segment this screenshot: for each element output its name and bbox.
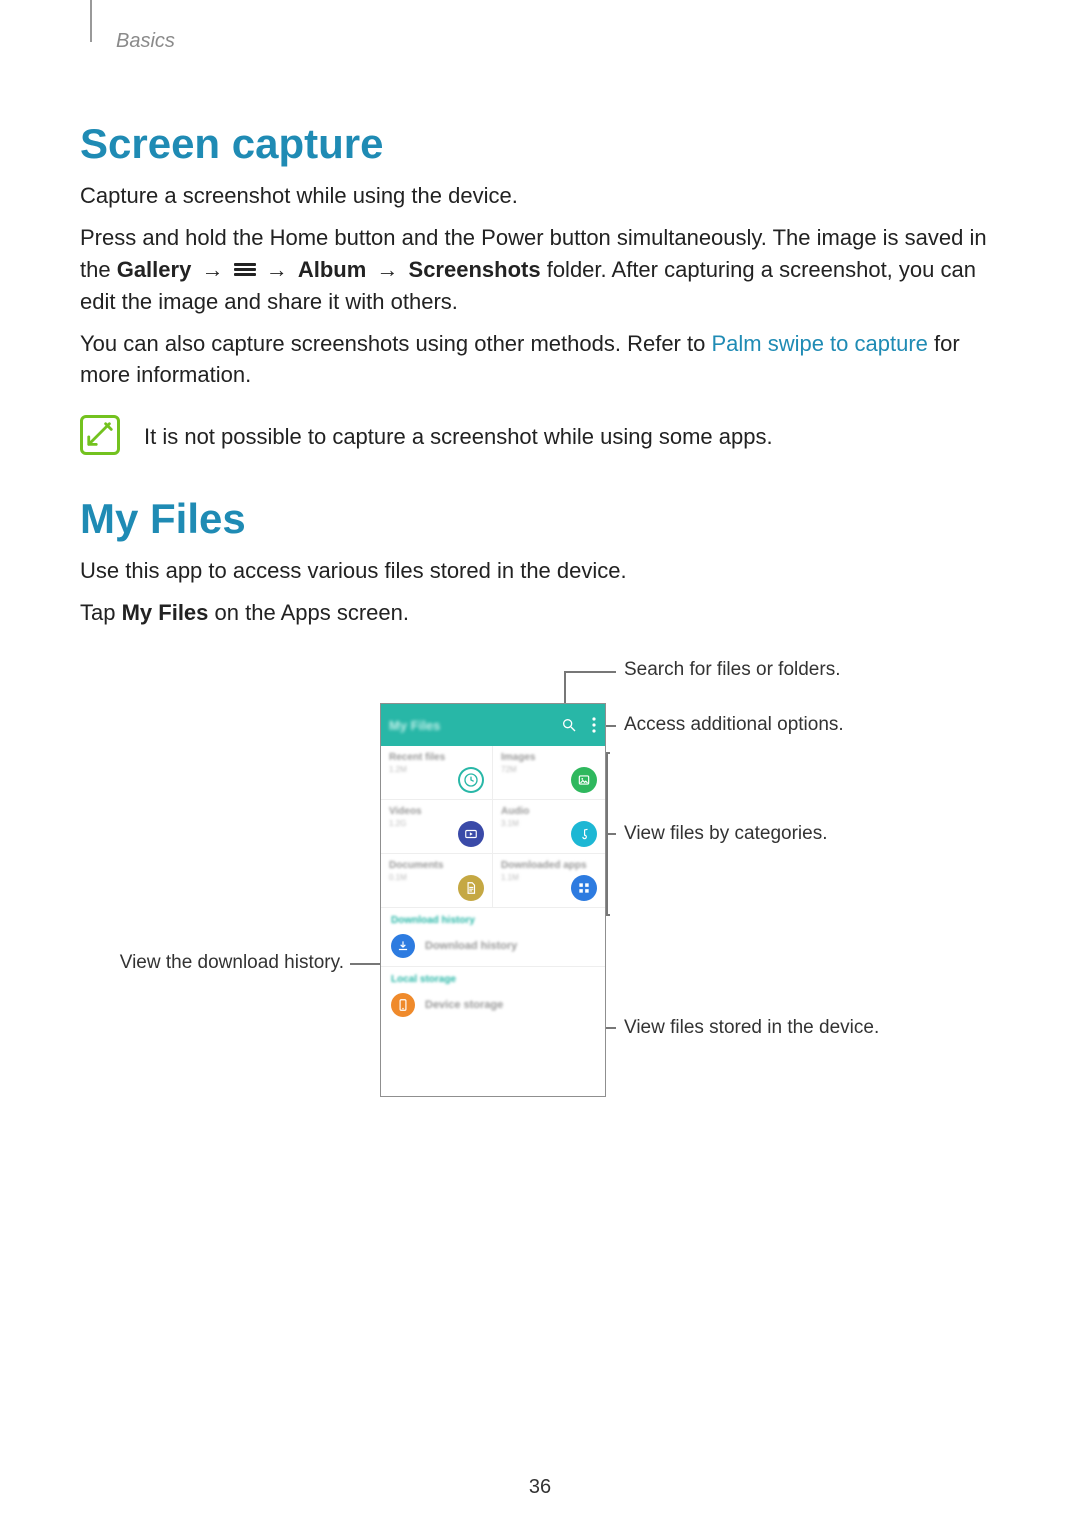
phone-header: My Files: [381, 704, 605, 746]
arrow-icon: →: [197, 257, 227, 282]
connector: [564, 671, 616, 673]
connector: [606, 914, 610, 916]
connector: [606, 752, 610, 754]
heading-my-files: My Files: [80, 495, 1000, 543]
menu-icon: [234, 261, 256, 279]
connector: [606, 752, 608, 914]
cat-recent[interactable]: Recent files 1.2M: [381, 746, 493, 800]
heading-screen-capture: Screen capture: [80, 120, 1000, 168]
sc-p2: Press and hold the Home button and the P…: [80, 222, 1000, 318]
sc-p3a: You can also capture screenshots using o…: [80, 331, 711, 356]
link-palm-swipe[interactable]: Palm swipe to capture: [711, 331, 927, 356]
storage-icon: [391, 993, 415, 1017]
callout-search: Search for files or folders.: [624, 659, 840, 682]
callout-categories: View files by categories.: [624, 823, 827, 846]
local-storage-head: Local storage: [381, 967, 605, 987]
sc-album: Album: [298, 257, 366, 282]
image-icon: [571, 767, 597, 793]
clock-icon: [458, 767, 484, 793]
cat-audio[interactable]: Audio 3.1M: [493, 800, 605, 854]
cat-documents[interactable]: Documents 0.1M: [381, 854, 493, 908]
download-history-row[interactable]: Download history: [381, 928, 605, 967]
sc-screenshots: Screenshots: [409, 257, 541, 282]
note-icon: [80, 415, 120, 455]
sc-p1: Capture a screenshot while using the dev…: [80, 180, 1000, 212]
connector: [606, 833, 616, 835]
page-content: Screen capture Capture a screenshot whil…: [80, 120, 1000, 1129]
my-files-figure: Search for files or folders. Access addi…: [80, 659, 1000, 1129]
callout-more: Access additional options.: [624, 714, 844, 737]
mf-p2-bold: My Files: [122, 600, 209, 625]
mf-p2b: on the Apps screen.: [215, 600, 409, 625]
download-history-head: Download history: [381, 908, 605, 928]
top-rule: [90, 0, 92, 42]
sc-gallery: Gallery: [117, 257, 192, 282]
phone-mock: My Files Recent files 1.2M: [380, 703, 606, 1097]
manual-page: Basics Screen capture Capture a screensh…: [0, 0, 1080, 1527]
video-icon: [458, 821, 484, 847]
sc-p3: You can also capture screenshots using o…: [80, 328, 1000, 392]
arrow-icon: →: [262, 257, 292, 282]
download-icon: [391, 934, 415, 958]
callout-storage: View files stored in the device.: [624, 1017, 879, 1040]
device-storage-row[interactable]: Device storage: [381, 987, 605, 1025]
mf-p2: Tap My Files on the Apps screen.: [80, 597, 1000, 629]
audio-icon: [571, 821, 597, 847]
more-icon[interactable]: [591, 717, 597, 733]
cat-videos[interactable]: Videos 1.2G: [381, 800, 493, 854]
note-text: It is not possible to capture a screensh…: [144, 415, 773, 453]
mf-p2a: Tap: [80, 600, 122, 625]
mf-p1: Use this app to access various files sto…: [80, 555, 1000, 587]
cat-images[interactable]: Images 72M: [493, 746, 605, 800]
section-tag: Basics: [116, 30, 175, 53]
categories-grid[interactable]: Recent files 1.2M Images 72M: [381, 746, 605, 908]
arrow-icon: →: [372, 257, 402, 282]
search-icon[interactable]: [561, 717, 577, 733]
document-icon: [458, 875, 484, 901]
cat-downloaded-apps[interactable]: Downloaded apps 1.1M: [493, 854, 605, 908]
phone-title: My Files: [389, 718, 440, 733]
callout-download: View the download history.: [114, 952, 344, 975]
apps-icon: [571, 875, 597, 901]
connector: [350, 963, 380, 965]
page-number: 36: [0, 1476, 1080, 1499]
note-row: It is not possible to capture a screensh…: [80, 415, 1000, 455]
